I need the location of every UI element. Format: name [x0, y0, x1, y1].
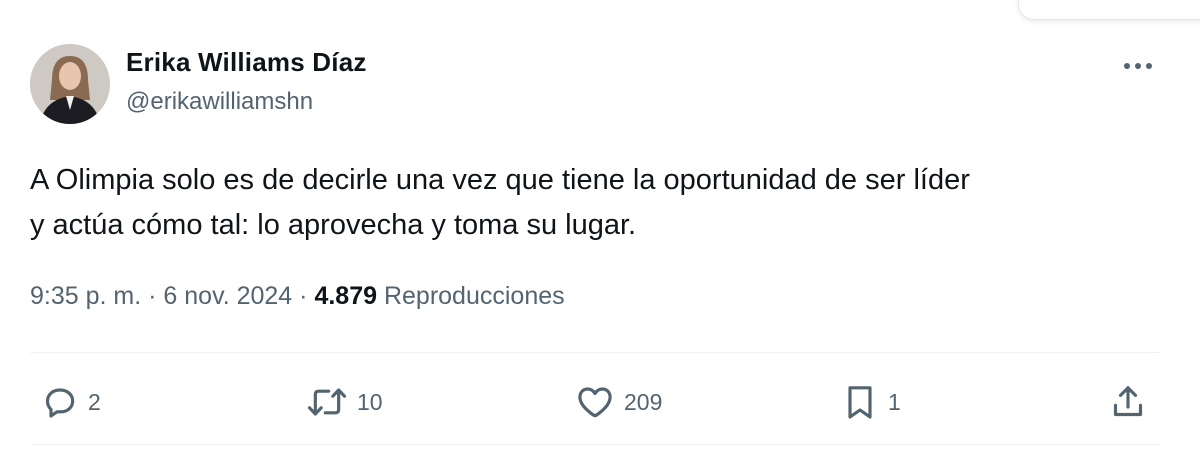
- divider: [30, 444, 1160, 445]
- more-options-button[interactable]: [1118, 54, 1158, 78]
- tweet-date[interactable]: 6 nov. 2024: [163, 282, 292, 310]
- more-horizontal-icon: [1124, 63, 1152, 69]
- reply-count: 2: [88, 388, 101, 415]
- views-count: 4.879: [314, 282, 378, 310]
- tweet-text-line: y actúa cómo tal: lo aprovecha y toma su…: [30, 209, 637, 241]
- share-icon: [1113, 386, 1143, 417]
- bookmark-count: 1: [888, 388, 901, 415]
- author-display-name[interactable]: Erika Williams Díaz: [126, 47, 367, 78]
- like-button[interactable]: 209: [574, 382, 662, 422]
- heart-icon: [578, 387, 612, 418]
- overlay-card-edge: [1018, 0, 1200, 20]
- author-handle[interactable]: @erikawilliamshn: [126, 88, 313, 116]
- avatar-photo: [30, 44, 110, 124]
- meta-separator: ·: [299, 282, 308, 310]
- bookmark-button[interactable]: 1: [840, 382, 901, 422]
- share-button[interactable]: [1108, 382, 1148, 422]
- tweet-meta: 9:35 p. m. · 6 nov. 2024 · 4.879 Reprodu…: [30, 282, 565, 311]
- views-label: Reproducciones: [383, 282, 565, 310]
- divider: [30, 352, 1160, 353]
- like-count: 209: [624, 388, 663, 415]
- tweet-text: A Olimpia solo es de decirle una vez que…: [30, 158, 1170, 248]
- reply-icon: [45, 388, 75, 418]
- retweet-count: 10: [357, 388, 383, 415]
- tweet-text-line: A Olimpia solo es de decirle una vez que…: [30, 164, 970, 196]
- avatar[interactable]: [30, 44, 110, 124]
- reply-button[interactable]: 2: [40, 382, 101, 422]
- bookmark-icon: [848, 386, 872, 419]
- meta-separator: ·: [148, 282, 157, 310]
- retweet-button[interactable]: 10: [305, 382, 383, 422]
- tweet-time[interactable]: 9:35 p. m.: [30, 282, 141, 310]
- retweet-icon: [307, 388, 347, 416]
